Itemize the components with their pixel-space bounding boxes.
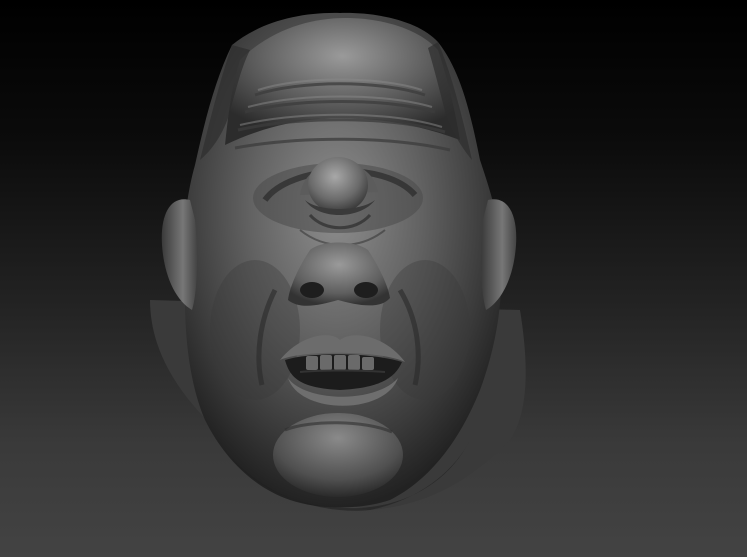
chin [273,413,403,497]
sculpt-viewport[interactable] [0,0,747,557]
left-ear [161,199,197,310]
left-nostril [300,282,324,298]
right-nostril [354,282,378,298]
cyclops-eye [308,157,368,213]
right-ear [481,199,517,310]
teeth [306,355,374,370]
cyclops-head-sculpt [150,12,526,511]
